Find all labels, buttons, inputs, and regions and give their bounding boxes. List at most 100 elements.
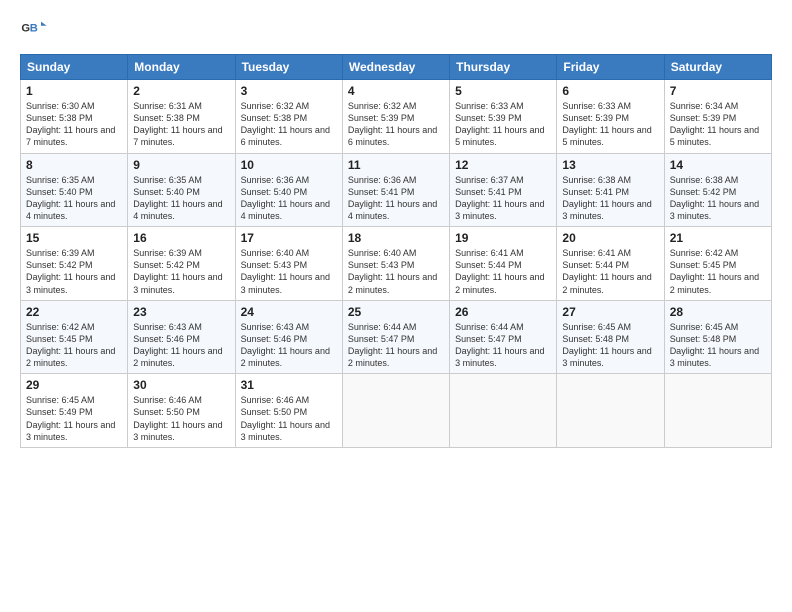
- day-info: Sunrise: 6:41 AM Sunset: 5:44 PM Dayligh…: [562, 247, 658, 296]
- calendar-cell: 7 Sunrise: 6:34 AM Sunset: 5:39 PM Dayli…: [664, 80, 771, 154]
- day-info: Sunrise: 6:43 AM Sunset: 5:46 PM Dayligh…: [133, 321, 229, 370]
- calendar-cell: 27 Sunrise: 6:45 AM Sunset: 5:48 PM Dayl…: [557, 300, 664, 374]
- header-day-thursday: Thursday: [450, 55, 557, 80]
- day-number: 31: [241, 378, 337, 392]
- day-info: Sunrise: 6:46 AM Sunset: 5:50 PM Dayligh…: [133, 394, 229, 443]
- calendar-cell: 20 Sunrise: 6:41 AM Sunset: 5:44 PM Dayl…: [557, 227, 664, 301]
- day-number: 23: [133, 305, 229, 319]
- day-number: 4: [348, 84, 444, 98]
- calendar-cell: 6 Sunrise: 6:33 AM Sunset: 5:39 PM Dayli…: [557, 80, 664, 154]
- header: G B: [20, 16, 772, 44]
- logo-icon: G B: [20, 16, 48, 44]
- calendar-cell: 14 Sunrise: 6:38 AM Sunset: 5:42 PM Dayl…: [664, 153, 771, 227]
- day-info: Sunrise: 6:34 AM Sunset: 5:39 PM Dayligh…: [670, 100, 766, 149]
- day-number: 20: [562, 231, 658, 245]
- day-number: 1: [26, 84, 122, 98]
- header-day-saturday: Saturday: [664, 55, 771, 80]
- day-info: Sunrise: 6:44 AM Sunset: 5:47 PM Dayligh…: [348, 321, 444, 370]
- header-day-sunday: Sunday: [21, 55, 128, 80]
- day-number: 10: [241, 158, 337, 172]
- calendar-cell: 28 Sunrise: 6:45 AM Sunset: 5:48 PM Dayl…: [664, 300, 771, 374]
- day-number: 13: [562, 158, 658, 172]
- calendar-cell: 25 Sunrise: 6:44 AM Sunset: 5:47 PM Dayl…: [342, 300, 449, 374]
- calendar-cell: 26 Sunrise: 6:44 AM Sunset: 5:47 PM Dayl…: [450, 300, 557, 374]
- calendar-cell: 23 Sunrise: 6:43 AM Sunset: 5:46 PM Dayl…: [128, 300, 235, 374]
- calendar-cell: 12 Sunrise: 6:37 AM Sunset: 5:41 PM Dayl…: [450, 153, 557, 227]
- calendar-cell: 30 Sunrise: 6:46 AM Sunset: 5:50 PM Dayl…: [128, 374, 235, 448]
- week-row-1: 1 Sunrise: 6:30 AM Sunset: 5:38 PM Dayli…: [21, 80, 772, 154]
- calendar-cell: [450, 374, 557, 448]
- day-number: 21: [670, 231, 766, 245]
- day-number: 15: [26, 231, 122, 245]
- calendar-cell: 8 Sunrise: 6:35 AM Sunset: 5:40 PM Dayli…: [21, 153, 128, 227]
- day-info: Sunrise: 6:40 AM Sunset: 5:43 PM Dayligh…: [241, 247, 337, 296]
- calendar-cell: 29 Sunrise: 6:45 AM Sunset: 5:49 PM Dayl…: [21, 374, 128, 448]
- day-number: 12: [455, 158, 551, 172]
- calendar-cell: 10 Sunrise: 6:36 AM Sunset: 5:40 PM Dayl…: [235, 153, 342, 227]
- day-info: Sunrise: 6:39 AM Sunset: 5:42 PM Dayligh…: [133, 247, 229, 296]
- week-row-5: 29 Sunrise: 6:45 AM Sunset: 5:49 PM Dayl…: [21, 374, 772, 448]
- calendar-cell: 4 Sunrise: 6:32 AM Sunset: 5:39 PM Dayli…: [342, 80, 449, 154]
- week-row-3: 15 Sunrise: 6:39 AM Sunset: 5:42 PM Dayl…: [21, 227, 772, 301]
- calendar-cell: 11 Sunrise: 6:36 AM Sunset: 5:41 PM Dayl…: [342, 153, 449, 227]
- calendar-cell: 17 Sunrise: 6:40 AM Sunset: 5:43 PM Dayl…: [235, 227, 342, 301]
- day-number: 9: [133, 158, 229, 172]
- logo: G B: [20, 16, 52, 44]
- day-info: Sunrise: 6:42 AM Sunset: 5:45 PM Dayligh…: [26, 321, 122, 370]
- day-info: Sunrise: 6:45 AM Sunset: 5:48 PM Dayligh…: [562, 321, 658, 370]
- day-number: 25: [348, 305, 444, 319]
- day-number: 3: [241, 84, 337, 98]
- day-info: Sunrise: 6:38 AM Sunset: 5:42 PM Dayligh…: [670, 174, 766, 223]
- day-number: 27: [562, 305, 658, 319]
- calendar-cell: 24 Sunrise: 6:43 AM Sunset: 5:46 PM Dayl…: [235, 300, 342, 374]
- day-number: 16: [133, 231, 229, 245]
- day-info: Sunrise: 6:38 AM Sunset: 5:41 PM Dayligh…: [562, 174, 658, 223]
- day-number: 11: [348, 158, 444, 172]
- header-day-monday: Monday: [128, 55, 235, 80]
- calendar-cell: 18 Sunrise: 6:40 AM Sunset: 5:43 PM Dayl…: [342, 227, 449, 301]
- day-info: Sunrise: 6:35 AM Sunset: 5:40 PM Dayligh…: [26, 174, 122, 223]
- calendar-table: SundayMondayTuesdayWednesdayThursdayFrid…: [20, 54, 772, 448]
- calendar-cell: 13 Sunrise: 6:38 AM Sunset: 5:41 PM Dayl…: [557, 153, 664, 227]
- week-row-2: 8 Sunrise: 6:35 AM Sunset: 5:40 PM Dayli…: [21, 153, 772, 227]
- day-info: Sunrise: 6:41 AM Sunset: 5:44 PM Dayligh…: [455, 247, 551, 296]
- calendar-cell: [664, 374, 771, 448]
- page: G B SundayMondayTuesdayWednesdayThursday…: [0, 0, 792, 612]
- header-day-wednesday: Wednesday: [342, 55, 449, 80]
- calendar-cell: 19 Sunrise: 6:41 AM Sunset: 5:44 PM Dayl…: [450, 227, 557, 301]
- day-info: Sunrise: 6:46 AM Sunset: 5:50 PM Dayligh…: [241, 394, 337, 443]
- header-day-tuesday: Tuesday: [235, 55, 342, 80]
- day-info: Sunrise: 6:39 AM Sunset: 5:42 PM Dayligh…: [26, 247, 122, 296]
- calendar-cell: 15 Sunrise: 6:39 AM Sunset: 5:42 PM Dayl…: [21, 227, 128, 301]
- calendar-cell: 31 Sunrise: 6:46 AM Sunset: 5:50 PM Dayl…: [235, 374, 342, 448]
- day-number: 30: [133, 378, 229, 392]
- day-number: 17: [241, 231, 337, 245]
- day-info: Sunrise: 6:42 AM Sunset: 5:45 PM Dayligh…: [670, 247, 766, 296]
- calendar-header-row: SundayMondayTuesdayWednesdayThursdayFrid…: [21, 55, 772, 80]
- day-number: 29: [26, 378, 122, 392]
- svg-text:B: B: [30, 22, 38, 34]
- calendar-cell: 22 Sunrise: 6:42 AM Sunset: 5:45 PM Dayl…: [21, 300, 128, 374]
- day-number: 19: [455, 231, 551, 245]
- day-number: 2: [133, 84, 229, 98]
- svg-text:G: G: [21, 22, 30, 34]
- day-number: 22: [26, 305, 122, 319]
- calendar-cell: 5 Sunrise: 6:33 AM Sunset: 5:39 PM Dayli…: [450, 80, 557, 154]
- day-info: Sunrise: 6:36 AM Sunset: 5:41 PM Dayligh…: [348, 174, 444, 223]
- day-info: Sunrise: 6:31 AM Sunset: 5:38 PM Dayligh…: [133, 100, 229, 149]
- day-info: Sunrise: 6:30 AM Sunset: 5:38 PM Dayligh…: [26, 100, 122, 149]
- day-info: Sunrise: 6:40 AM Sunset: 5:43 PM Dayligh…: [348, 247, 444, 296]
- day-info: Sunrise: 6:33 AM Sunset: 5:39 PM Dayligh…: [455, 100, 551, 149]
- day-info: Sunrise: 6:32 AM Sunset: 5:39 PM Dayligh…: [348, 100, 444, 149]
- day-number: 26: [455, 305, 551, 319]
- calendar-cell: 1 Sunrise: 6:30 AM Sunset: 5:38 PM Dayli…: [21, 80, 128, 154]
- day-number: 18: [348, 231, 444, 245]
- day-info: Sunrise: 6:32 AM Sunset: 5:38 PM Dayligh…: [241, 100, 337, 149]
- day-info: Sunrise: 6:35 AM Sunset: 5:40 PM Dayligh…: [133, 174, 229, 223]
- day-info: Sunrise: 6:45 AM Sunset: 5:48 PM Dayligh…: [670, 321, 766, 370]
- calendar-cell: [342, 374, 449, 448]
- day-number: 28: [670, 305, 766, 319]
- day-number: 8: [26, 158, 122, 172]
- day-number: 5: [455, 84, 551, 98]
- day-info: Sunrise: 6:44 AM Sunset: 5:47 PM Dayligh…: [455, 321, 551, 370]
